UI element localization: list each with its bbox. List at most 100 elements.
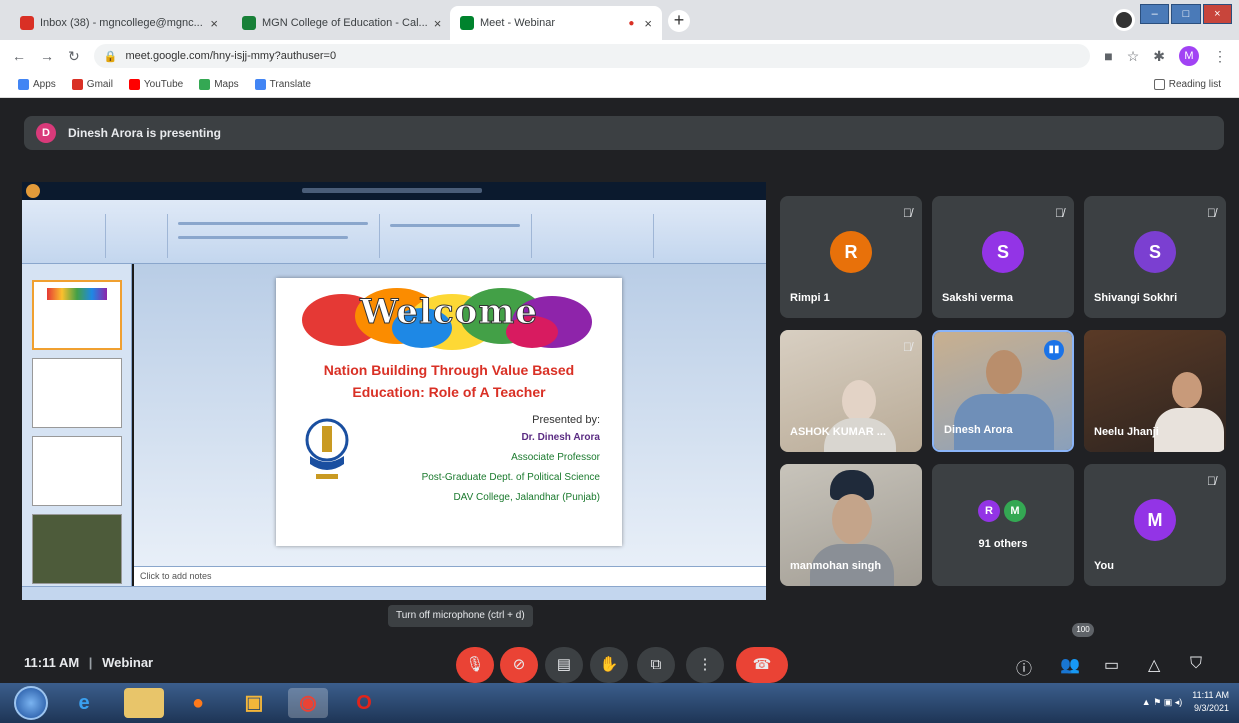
office-button-icon <box>26 184 40 198</box>
bookmark-translate[interactable]: Translate <box>254 79 311 90</box>
end-call-button[interactable]: ☎ <box>736 647 788 683</box>
tray-date: 9/3/2021 <box>1193 703 1229 713</box>
close-tab-icon[interactable]: × <box>644 16 652 31</box>
notes-pane[interactable]: Click to add notes <box>134 566 766 586</box>
powerpoint-title-bar <box>22 182 766 200</box>
bookmark-apps[interactable]: Apps <box>18 79 56 90</box>
others-tile[interactable]: R M 91 others <box>932 464 1074 586</box>
reading-list-button[interactable]: Reading list <box>1153 79 1221 90</box>
chrome-profile-icon[interactable] <box>1113 9 1135 31</box>
bookmark-youtube[interactable]: YouTube <box>128 79 184 90</box>
browser-toolbar: ← → ↻ 🔒 meet.google.com/hny-isjj-mmy?aut… <box>0 40 1239 72</box>
speaking-indicator-icon: ▮▮ <box>1044 340 1064 360</box>
microphone-button[interactable]: 🎙 <box>456 647 494 683</box>
tab-meet[interactable]: Meet - Webinar ● × <box>450 6 662 40</box>
forward-arrow-icon[interactable]: → <box>40 48 54 64</box>
reload-icon[interactable]: ↻ <box>68 48 80 65</box>
department: Post-Graduate Dept. of Political Science <box>421 472 600 483</box>
participant-avatar: M <box>1004 500 1026 522</box>
ribbon-control <box>390 224 520 227</box>
ribbon-control <box>178 222 368 225</box>
reading-list-icon <box>1153 79 1165 90</box>
bookmark-label: Translate <box>269 79 311 90</box>
activities-icon[interactable]: △ <box>1148 655 1160 675</box>
close-tab-icon[interactable]: × <box>210 16 218 31</box>
close-tab-icon[interactable]: × <box>434 16 442 31</box>
participant-name: Shivangi Sokhri <box>1094 292 1178 304</box>
participant-tile[interactable]: 🎙̸ ASHOK KUMAR ... <box>780 330 922 452</box>
slide-thumbnail[interactable] <box>32 280 122 350</box>
bookmark-gmail[interactable]: Gmail <box>71 79 113 90</box>
chat-icon[interactable]: ▭ <box>1104 655 1119 675</box>
star-icon[interactable]: ☆ <box>1127 48 1140 65</box>
self-tile[interactable]: 🎙̸ M You <box>1084 464 1226 586</box>
separator: | <box>88 655 93 670</box>
powerpoint-ribbon <box>22 200 766 264</box>
internet-explorer-icon[interactable]: e <box>64 688 104 718</box>
person-body <box>1154 408 1224 452</box>
bookmark-label: Apps <box>33 79 56 90</box>
ribbon-group-paragraph <box>382 214 532 258</box>
gmail-icon <box>20 16 34 30</box>
present-button[interactable]: ⧉ <box>637 647 675 683</box>
tab-classroom[interactable]: MGN College of Education - Cal... × <box>232 6 448 40</box>
meet-main: D Dinesh Arora is presenting Welcome Nat… <box>0 98 1239 683</box>
close-window-button[interactable]: × <box>1202 4 1232 24</box>
opera-icon[interactable]: O <box>344 688 384 718</box>
slide-thumbnails-panel <box>22 264 132 586</box>
participant-avatar: S <box>982 231 1024 273</box>
bookmark-label: YouTube <box>143 79 184 90</box>
more-options-button[interactable]: ⋮ <box>686 647 724 683</box>
people-icon[interactable]: 👥 <box>1060 655 1080 675</box>
participant-tile[interactable]: 🎙̸ R Rimpi 1 <box>780 196 922 318</box>
participant-tile[interactable]: manmohan singh <box>780 464 922 586</box>
bookmarks-bar: Apps Gmail YouTube Maps Translate Readin… <box>0 72 1239 98</box>
college: DAV College, Jalandhar (Punjab) <box>453 492 600 503</box>
menu-kebab-icon[interactable]: ⋮ <box>1213 48 1227 65</box>
chrome-icon[interactable]: ◉ <box>288 688 328 718</box>
slide-thumbnail[interactable] <box>32 514 122 584</box>
captions-button[interactable]: ▤ <box>545 647 583 683</box>
presented-by: Presented by: <box>532 414 600 426</box>
extensions-icon[interactable]: ✱ <box>1153 48 1165 65</box>
slide-thumbnail[interactable] <box>32 436 122 506</box>
slide-thumbnail[interactable] <box>32 358 122 428</box>
thumbnail-welcome-splash <box>47 288 107 300</box>
powerpoint-status-bar <box>22 586 766 600</box>
windows-taskbar: e ● ▣ ◉ O ▲ ⚑ ▣ ◂) 11:11 AM 9/3/2021 <box>0 683 1239 723</box>
participant-tile[interactable]: Neelu Jhanji <box>1084 330 1226 452</box>
camera-button[interactable]: ⊘ <box>500 647 538 683</box>
maximize-button[interactable]: □ <box>1171 4 1201 24</box>
new-tab-button[interactable]: + <box>668 10 690 32</box>
participant-tile-active-speaker[interactable]: ▮▮ Dinesh Arora <box>932 330 1074 452</box>
start-button[interactable] <box>14 686 48 720</box>
person-head <box>986 350 1022 394</box>
apps-grid-icon <box>18 79 29 90</box>
bookmark-maps[interactable]: Maps <box>199 79 239 90</box>
tray-time: 11:11 AM <box>1192 690 1229 700</box>
tab-gmail[interactable]: Inbox (38) - mgncollege@mgnc... × <box>10 6 228 40</box>
ribbon-group-clipboard <box>26 214 106 258</box>
profile-avatar[interactable]: M <box>1179 46 1199 66</box>
participant-tile[interactable]: 🎙̸ S Shivangi Sokhri <box>1084 196 1226 318</box>
participant-name: Dinesh Arora <box>944 424 1013 436</box>
meeting-info-icon[interactable]: ⓘ <box>1016 655 1032 679</box>
host-controls-icon[interactable]: ⛉ <box>1190 655 1202 673</box>
bookmark-label: Maps <box>214 79 239 90</box>
address-bar[interactable]: 🔒 meet.google.com/hny-isjj-mmy?authuser=… <box>93 44 1091 68</box>
raise-hand-button[interactable]: ✋ <box>590 647 628 683</box>
firefox-icon[interactable]: ● <box>178 688 218 718</box>
reading-list-label: Reading list <box>1168 79 1221 90</box>
tray-icons[interactable]: ▲ ⚑ ▣ ◂) <box>1142 696 1183 709</box>
meet-icon <box>460 16 474 30</box>
camera-icon[interactable]: ■ <box>1104 48 1112 64</box>
back-arrow-icon[interactable]: ← <box>12 48 26 64</box>
slide-title-line2: Education: Role of A Teacher <box>352 384 546 400</box>
file-explorer-icon[interactable] <box>124 688 164 718</box>
welcome-heading: Welcome <box>360 292 538 333</box>
presenting-text: Dinesh Arora is presenting <box>68 126 221 140</box>
participant-tile[interactable]: 🎙̸ S Sakshi verma <box>932 196 1074 318</box>
minimize-button[interactable]: – <box>1140 4 1170 24</box>
media-player-icon[interactable]: ▣ <box>234 688 274 718</box>
participant-avatar: R <box>830 231 872 273</box>
